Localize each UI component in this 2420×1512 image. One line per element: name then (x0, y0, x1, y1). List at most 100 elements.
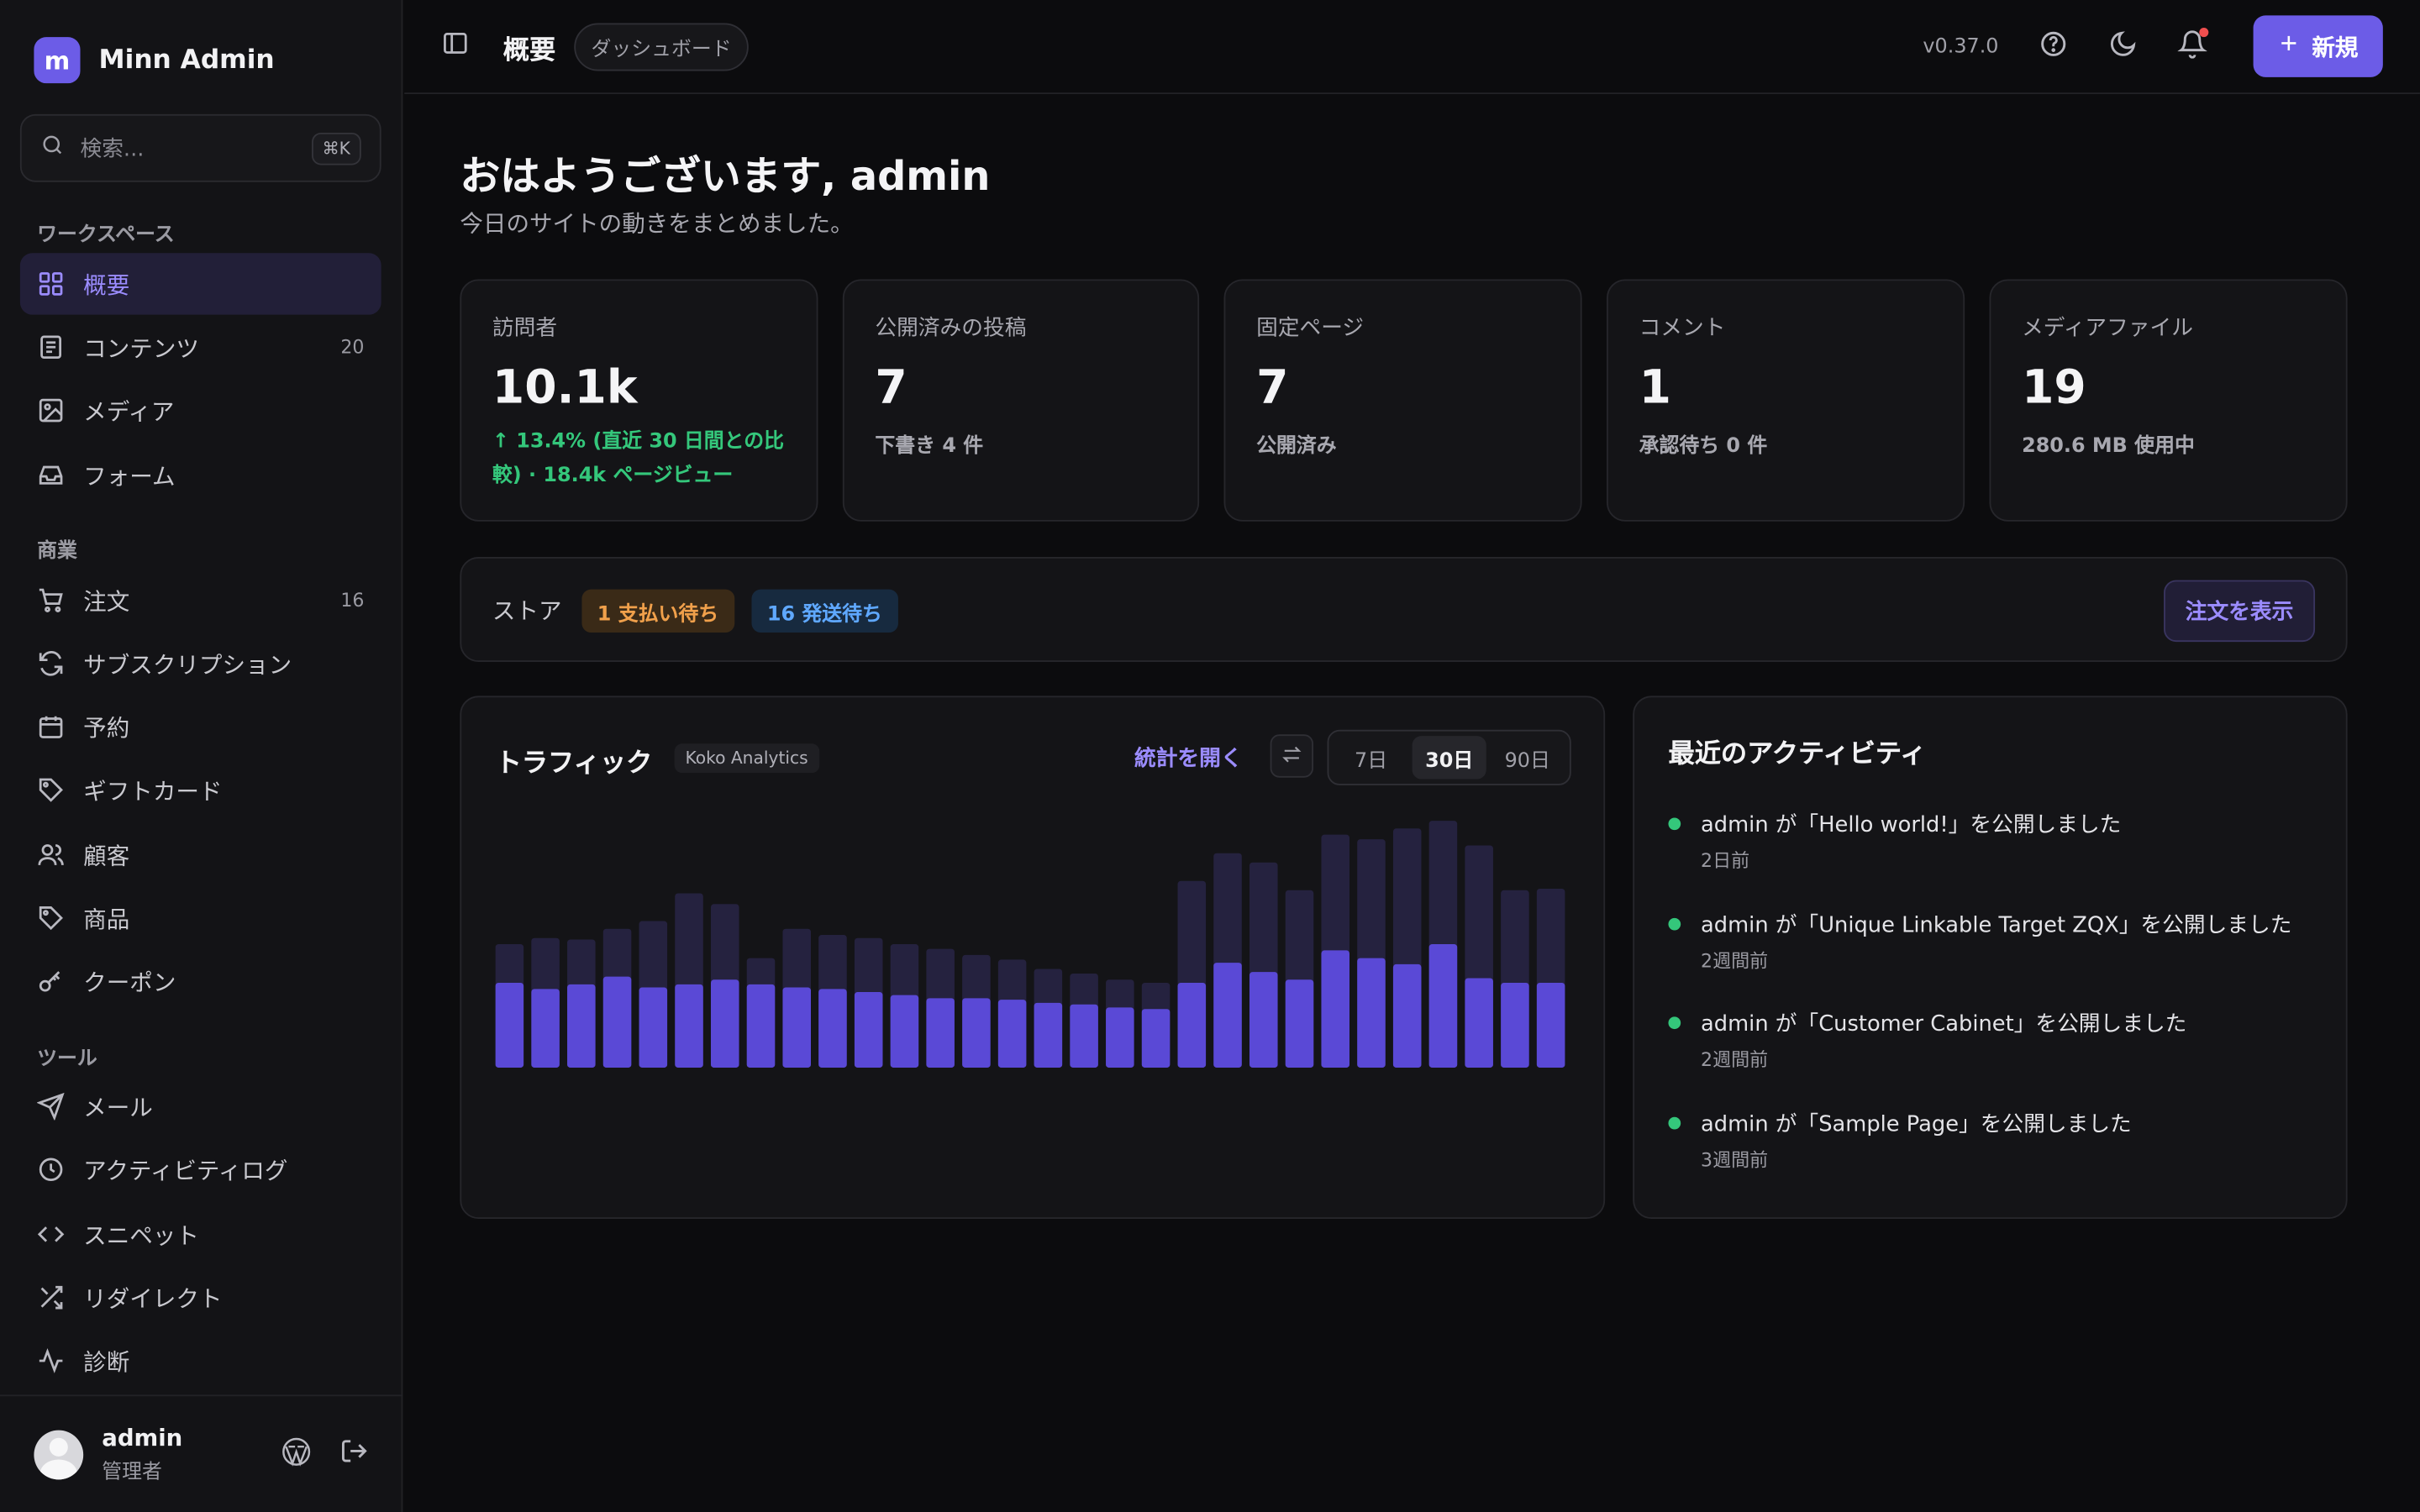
sidebar-item-label: リダイレクト (83, 1284, 223, 1313)
sidebar-item-label: フォーム (83, 462, 176, 491)
visitors-bar (1141, 1009, 1171, 1068)
grid-icon (37, 270, 65, 297)
help-icon[interactable] (2039, 29, 2068, 64)
view-orders-button[interactable]: 注文を表示 (2164, 580, 2316, 643)
visitors-bar (710, 979, 739, 1068)
stat-label: コメント (1639, 316, 1726, 341)
visitors-bar (1357, 958, 1386, 1068)
range-7d[interactable]: 7日 (1334, 736, 1408, 779)
stat-sub: 承認待ち 0 件 (1639, 434, 1768, 459)
visitors-bar (1536, 982, 1565, 1068)
swap-button[interactable] (1270, 734, 1314, 778)
sidebar-item-snippets[interactable]: スニペット (20, 1204, 381, 1265)
sidebar-item-media[interactable]: メディア (20, 380, 381, 441)
visitors-bar (926, 998, 955, 1068)
search-shortcut: ⌘K (311, 132, 361, 165)
visitors-bar (675, 984, 703, 1068)
visitors-bar (1392, 963, 1422, 1068)
status-dot (1668, 817, 1681, 831)
activity-title: 最近のアクティビティ (1668, 738, 1927, 770)
sidebar-item-forms[interactable]: フォーム (20, 444, 381, 506)
store-label: ストア (492, 596, 562, 625)
activity-item[interactable]: admin が「Unique Linkable Target ZQX」を公開しま… (1668, 909, 2316, 974)
breadcrumb[interactable]: ダッシュボード (574, 22, 749, 71)
avatar[interactable] (34, 1429, 84, 1479)
new-button[interactable]: 新規 (2253, 15, 2383, 77)
section-label-tools: ツール (37, 1047, 97, 1071)
moon-icon[interactable] (2108, 29, 2138, 64)
range-90d[interactable]: 90日 (1490, 736, 1565, 779)
visitors-bar (1501, 982, 1529, 1068)
version-label: v0.37.0 (1923, 34, 1999, 58)
sidebar-item-mail[interactable]: メール (20, 1075, 381, 1137)
pulse-icon (37, 1347, 65, 1374)
sidebar-item-bookings[interactable]: 予約 (20, 696, 381, 757)
topbar: 概要 ダッシュボード v0.37.0 新規 (404, 0, 2420, 95)
status-dot (1668, 1016, 1681, 1030)
sidebar-item-diagnostics[interactable]: 診断 (20, 1330, 381, 1391)
stat-card-visitors: 訪問者 10.1k ↑ 13.4% (直近 30 日間との比較) · 18.4k… (460, 279, 818, 522)
stat-sub: 公開済み (1256, 434, 1337, 459)
document-icon (37, 333, 65, 361)
sidebar-item-label: コンテンツ (83, 333, 199, 362)
range-30d[interactable]: 30日 (1411, 736, 1487, 780)
visitors-bar (602, 976, 632, 1068)
stat-label: 公開済みの投稿 (875, 316, 1027, 341)
sidebar-item-label: 注文 (83, 586, 130, 615)
stat-card-posts: 公開済みの投稿 7 下書き 4 件 (842, 279, 1200, 522)
visitors-bar (1321, 950, 1350, 1068)
sidebar-item-content[interactable]: コンテンツ 20 (20, 317, 381, 378)
visitors-bar (1070, 1004, 1098, 1068)
swap-icon (1281, 742, 1302, 771)
search-box[interactable]: 検索... ⌘K (19, 113, 381, 182)
sidebar-item-coupons[interactable]: クーポン (20, 950, 381, 1011)
sidebar-toggle-icon[interactable] (441, 29, 469, 63)
open-stats-link[interactable]: 統計を開く (1134, 742, 1243, 773)
sidebar-item-products[interactable]: 商品 (20, 887, 381, 948)
visitors-bar (854, 991, 883, 1068)
sidebar-item-subscriptions[interactable]: サブスクリプション (20, 633, 381, 694)
activity-item[interactable]: admin が「Hello world!」を公開しました 2日前 (1668, 808, 2316, 873)
user-panel: admin 管理者 (0, 1394, 403, 1512)
sidebar-item-gift-cards[interactable]: ギフトカード (20, 759, 381, 821)
badge-pending-shipping[interactable]: 16 発送待ち (751, 589, 898, 633)
activity-text: admin が「Sample Page」を公開しました (1701, 1112, 2132, 1137)
visitors-bar (495, 982, 524, 1068)
page-title: 概要 (502, 34, 556, 66)
activity-item[interactable]: admin が「Sample Page」を公開しました 3週間前 (1668, 1108, 2316, 1173)
sidebar-item-label: メール (83, 1093, 153, 1121)
brand-name: Minn Admin (98, 45, 275, 76)
sidebar-item-customers[interactable]: 顧客 (20, 824, 381, 885)
badge-pending-payment[interactable]: 1 支払い待ち (581, 589, 734, 633)
users-icon (37, 841, 65, 869)
stat-label: メディアファイル (2022, 316, 2194, 341)
activity-time: 2日前 (1701, 850, 1750, 872)
stat-value: 7 (1256, 360, 1289, 416)
activity-item[interactable]: admin が「Customer Cabinet」を公開しました 2週間前 (1668, 1007, 2316, 1072)
brand[interactable]: m Minn Admin (34, 37, 275, 84)
visitors-bar (1465, 978, 1493, 1068)
plus-icon (2278, 33, 2300, 60)
calendar-icon (37, 713, 65, 741)
wordpress-icon[interactable] (281, 1436, 312, 1473)
logout-icon[interactable] (339, 1436, 369, 1472)
sidebar-item-label: ギフトカード (83, 776, 223, 805)
sidebar-item-orders[interactable]: 注文 16 (20, 570, 381, 631)
tag-icon (37, 904, 65, 932)
search-input[interactable]: 検索... (81, 133, 312, 164)
stat-sub: 下書き 4 件 (875, 434, 984, 459)
sidebar-item-label: 診断 (83, 1347, 130, 1376)
sidebar-item-activity-log[interactable]: アクティビティログ (20, 1138, 381, 1200)
image-icon (37, 396, 65, 424)
sidebar-item-redirects[interactable]: リダイレクト (20, 1267, 381, 1328)
sidebar-item-overview[interactable]: 概要 (19, 253, 381, 315)
stat-label: 訪問者 (492, 316, 558, 341)
activity-time: 3週間前 (1701, 1149, 1769, 1172)
visitors-bar (1213, 963, 1242, 1068)
bell-icon[interactable] (2177, 27, 2209, 64)
status-dot (1668, 1116, 1681, 1130)
visitors-bar (746, 984, 776, 1068)
greeting-subtitle: 今日のサイトの動きをまとめました。 (460, 209, 854, 238)
visitors-bar (1106, 1007, 1134, 1068)
stat-trend: ↑ 13.4% (直近 30 日間との比較) · 18.4k ページビュー (492, 430, 785, 488)
